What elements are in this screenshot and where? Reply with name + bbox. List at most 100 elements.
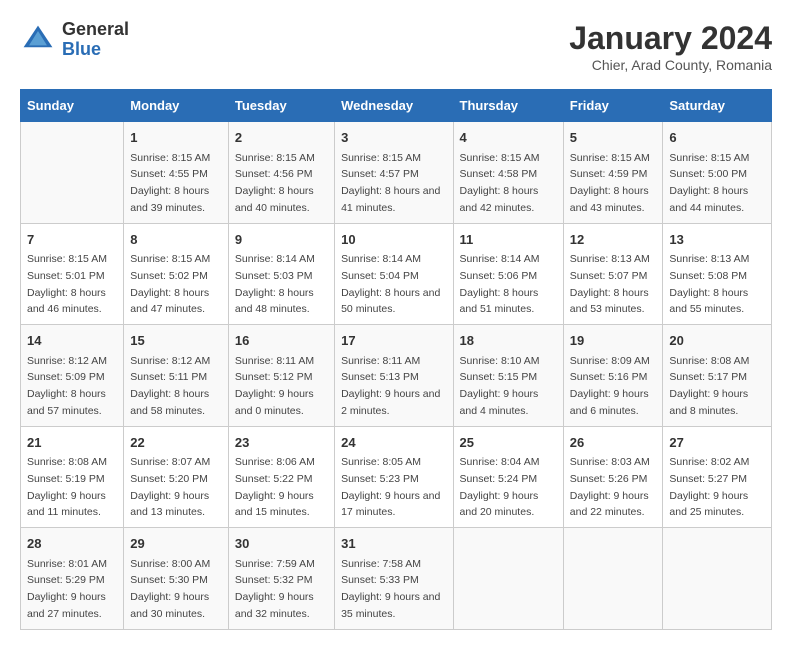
daylight-info: Daylight: 9 hours and 0 minutes. [235, 388, 314, 417]
day-cell: 1 Sunrise: 8:15 AM Sunset: 4:55 PM Dayli… [124, 122, 229, 224]
day-cell: 7 Sunrise: 8:15 AM Sunset: 5:01 PM Dayli… [21, 223, 124, 325]
sunrise-info: Sunrise: 8:04 AM [460, 456, 540, 468]
day-number: 30 [235, 534, 328, 554]
sunset-info: Sunset: 5:23 PM [341, 473, 419, 485]
day-cell: 4 Sunrise: 8:15 AM Sunset: 4:58 PM Dayli… [453, 122, 563, 224]
daylight-info: Daylight: 9 hours and 4 minutes. [460, 388, 539, 417]
daylight-info: Daylight: 8 hours and 47 minutes. [130, 287, 209, 316]
day-cell: 6 Sunrise: 8:15 AM Sunset: 5:00 PM Dayli… [663, 122, 772, 224]
day-cell: 27 Sunrise: 8:02 AM Sunset: 5:27 PM Dayl… [663, 426, 772, 528]
col-header-tuesday: Tuesday [228, 90, 334, 122]
sunset-info: Sunset: 5:26 PM [570, 473, 648, 485]
day-cell: 14 Sunrise: 8:12 AM Sunset: 5:09 PM Dayl… [21, 325, 124, 427]
day-cell: 2 Sunrise: 8:15 AM Sunset: 4:56 PM Dayli… [228, 122, 334, 224]
sunset-info: Sunset: 5:32 PM [235, 574, 313, 586]
sunset-info: Sunset: 5:27 PM [669, 473, 747, 485]
daylight-info: Daylight: 8 hours and 46 minutes. [27, 287, 106, 316]
week-row-4: 21 Sunrise: 8:08 AM Sunset: 5:19 PM Dayl… [21, 426, 772, 528]
sunrise-info: Sunrise: 8:01 AM [27, 558, 107, 570]
sunset-info: Sunset: 4:55 PM [130, 168, 208, 180]
sunset-info: Sunset: 5:12 PM [235, 371, 313, 383]
sunrise-info: Sunrise: 8:15 AM [570, 152, 650, 164]
sunrise-info: Sunrise: 8:14 AM [460, 253, 540, 265]
title-area: January 2024 Chier, Arad County, Romania [569, 20, 772, 73]
day-number: 15 [130, 331, 222, 351]
day-cell [21, 122, 124, 224]
col-header-monday: Monday [124, 90, 229, 122]
sunset-info: Sunset: 5:01 PM [27, 270, 105, 282]
day-number: 19 [570, 331, 657, 351]
daylight-info: Daylight: 9 hours and 15 minutes. [235, 490, 314, 519]
day-cell: 10 Sunrise: 8:14 AM Sunset: 5:04 PM Dayl… [335, 223, 453, 325]
sunrise-info: Sunrise: 8:11 AM [341, 355, 420, 367]
week-row-1: 1 Sunrise: 8:15 AM Sunset: 4:55 PM Dayli… [21, 122, 772, 224]
day-cell: 23 Sunrise: 8:06 AM Sunset: 5:22 PM Dayl… [228, 426, 334, 528]
day-number: 3 [341, 128, 446, 148]
sunset-info: Sunset: 5:13 PM [341, 371, 419, 383]
sunrise-info: Sunrise: 8:12 AM [130, 355, 210, 367]
logo-general-label: General [62, 20, 129, 40]
col-header-sunday: Sunday [21, 90, 124, 122]
day-cell: 24 Sunrise: 8:05 AM Sunset: 5:23 PM Dayl… [335, 426, 453, 528]
day-number: 4 [460, 128, 557, 148]
subtitle: Chier, Arad County, Romania [569, 57, 772, 73]
day-cell: 9 Sunrise: 8:14 AM Sunset: 5:03 PM Dayli… [228, 223, 334, 325]
sunrise-info: Sunrise: 7:59 AM [235, 558, 315, 570]
day-cell: 11 Sunrise: 8:14 AM Sunset: 5:06 PM Dayl… [453, 223, 563, 325]
daylight-info: Daylight: 9 hours and 8 minutes. [669, 388, 748, 417]
daylight-info: Daylight: 8 hours and 53 minutes. [570, 287, 649, 316]
day-number: 31 [341, 534, 446, 554]
col-header-wednesday: Wednesday [335, 90, 453, 122]
sunrise-info: Sunrise: 8:02 AM [669, 456, 749, 468]
day-cell: 13 Sunrise: 8:13 AM Sunset: 5:08 PM Dayl… [663, 223, 772, 325]
sunrise-info: Sunrise: 8:09 AM [570, 355, 650, 367]
col-header-saturday: Saturday [663, 90, 772, 122]
sunset-info: Sunset: 5:16 PM [570, 371, 648, 383]
day-cell: 12 Sunrise: 8:13 AM Sunset: 5:07 PM Dayl… [563, 223, 663, 325]
daylight-info: Daylight: 9 hours and 25 minutes. [669, 490, 748, 519]
header: General Blue January 2024 Chier, Arad Co… [20, 20, 772, 73]
day-number: 16 [235, 331, 328, 351]
sunrise-info: Sunrise: 8:08 AM [669, 355, 749, 367]
daylight-info: Daylight: 8 hours and 48 minutes. [235, 287, 314, 316]
daylight-info: Daylight: 9 hours and 11 minutes. [27, 490, 106, 519]
week-row-3: 14 Sunrise: 8:12 AM Sunset: 5:09 PM Dayl… [21, 325, 772, 427]
day-cell: 28 Sunrise: 8:01 AM Sunset: 5:29 PM Dayl… [21, 528, 124, 630]
day-cell: 18 Sunrise: 8:10 AM Sunset: 5:15 PM Dayl… [453, 325, 563, 427]
sunrise-info: Sunrise: 8:07 AM [130, 456, 210, 468]
sunrise-info: Sunrise: 8:13 AM [570, 253, 650, 265]
daylight-info: Daylight: 8 hours and 40 minutes. [235, 185, 314, 214]
sunrise-info: Sunrise: 8:12 AM [27, 355, 107, 367]
day-number: 20 [669, 331, 765, 351]
day-cell: 26 Sunrise: 8:03 AM Sunset: 5:26 PM Dayl… [563, 426, 663, 528]
daylight-info: Daylight: 9 hours and 35 minutes. [341, 591, 440, 620]
sunrise-info: Sunrise: 8:15 AM [235, 152, 315, 164]
calendar-table: SundayMondayTuesdayWednesdayThursdayFrid… [20, 89, 772, 630]
sunset-info: Sunset: 5:15 PM [460, 371, 538, 383]
sunrise-info: Sunrise: 8:14 AM [235, 253, 315, 265]
daylight-info: Daylight: 8 hours and 44 minutes. [669, 185, 748, 214]
day-number: 22 [130, 433, 222, 453]
day-number: 13 [669, 230, 765, 250]
day-cell: 16 Sunrise: 8:11 AM Sunset: 5:12 PM Dayl… [228, 325, 334, 427]
day-cell [663, 528, 772, 630]
sunrise-info: Sunrise: 8:15 AM [130, 152, 210, 164]
sunset-info: Sunset: 5:04 PM [341, 270, 419, 282]
day-cell: 29 Sunrise: 8:00 AM Sunset: 5:30 PM Dayl… [124, 528, 229, 630]
sunset-info: Sunset: 5:33 PM [341, 574, 419, 586]
sunrise-info: Sunrise: 8:11 AM [235, 355, 314, 367]
daylight-info: Daylight: 8 hours and 51 minutes. [460, 287, 539, 316]
daylight-info: Daylight: 9 hours and 27 minutes. [27, 591, 106, 620]
sunset-info: Sunset: 5:19 PM [27, 473, 105, 485]
sunset-info: Sunset: 4:58 PM [460, 168, 538, 180]
daylight-info: Daylight: 9 hours and 13 minutes. [130, 490, 209, 519]
sunrise-info: Sunrise: 8:00 AM [130, 558, 210, 570]
day-number: 17 [341, 331, 446, 351]
daylight-info: Daylight: 8 hours and 43 minutes. [570, 185, 649, 214]
logo-blue-label: Blue [62, 40, 129, 60]
sunset-info: Sunset: 5:07 PM [570, 270, 648, 282]
week-row-2: 7 Sunrise: 8:15 AM Sunset: 5:01 PM Dayli… [21, 223, 772, 325]
day-number: 1 [130, 128, 222, 148]
sunrise-info: Sunrise: 8:13 AM [669, 253, 749, 265]
day-number: 10 [341, 230, 446, 250]
